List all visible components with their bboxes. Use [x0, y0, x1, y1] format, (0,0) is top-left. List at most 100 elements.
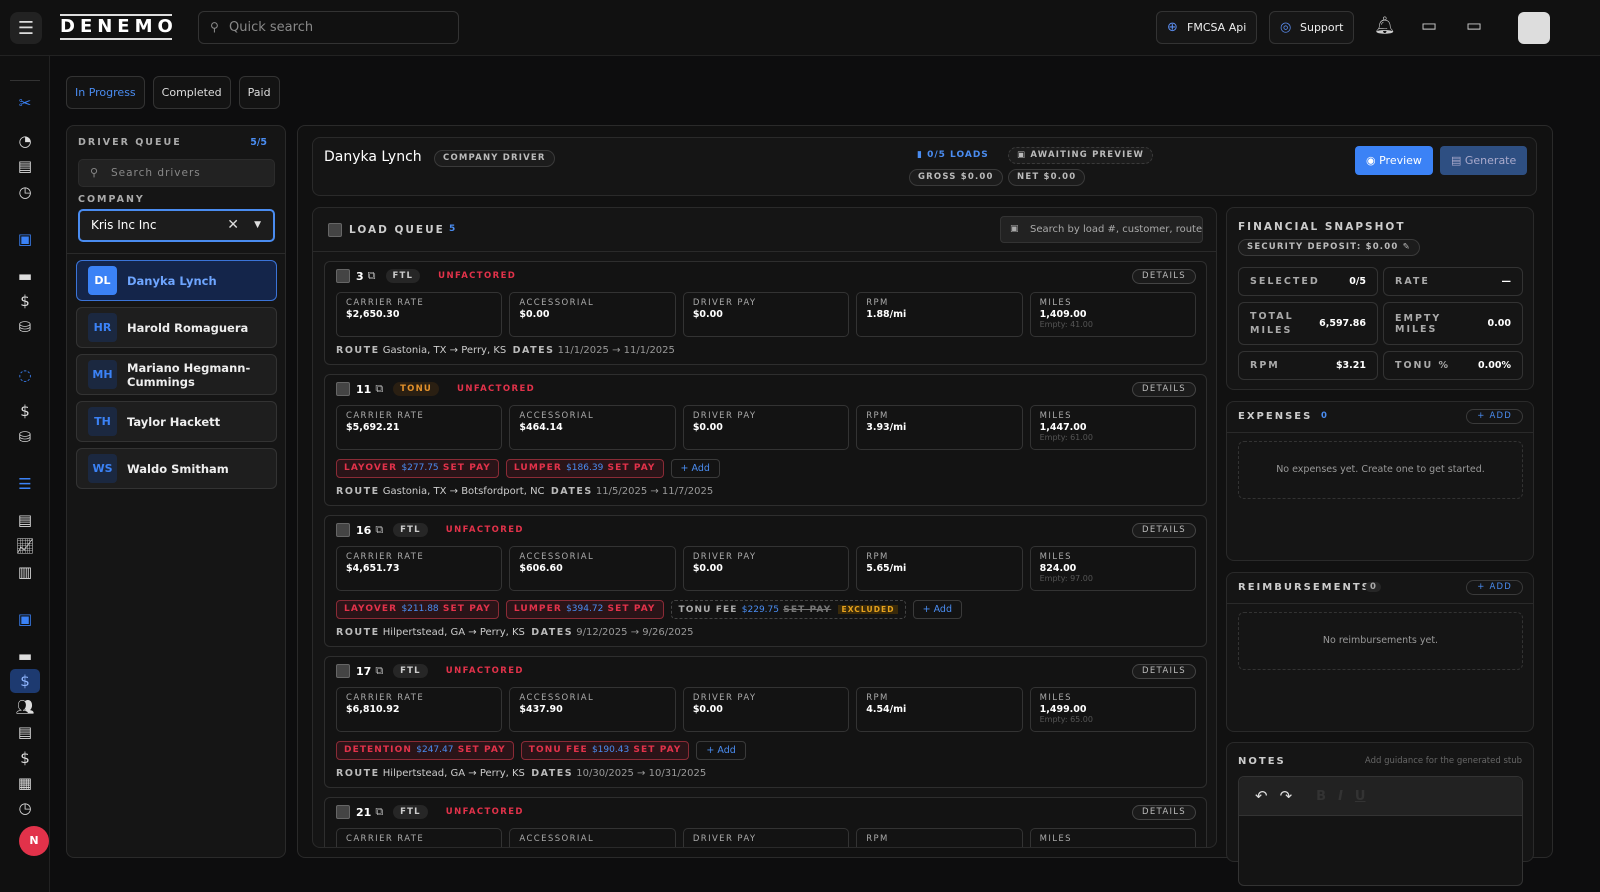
driver-item[interactable]: DL Danyka Lynch	[76, 260, 277, 301]
add-accessorial-button[interactable]: + Add	[912, 600, 962, 619]
preview-button[interactable]: ◉ Preview	[1355, 146, 1433, 175]
external-link-icon[interactable]: ⧉	[375, 523, 383, 537]
set-pay-link[interactable]: SET PAY	[458, 745, 506, 755]
reimbursements-empty-state: No reimbursements yet.	[1238, 612, 1523, 670]
bell-icon[interactable]: 🔔︎	[1374, 16, 1396, 36]
receipt-icon[interactable]: ▤	[10, 154, 40, 178]
set-pay-link[interactable]: SET PAY	[608, 463, 656, 473]
card-icon[interactable]: ▬	[10, 264, 40, 288]
security-deposit-badge[interactable]: SECURITY DEPOSIT: $0.00 ✎	[1238, 239, 1420, 256]
support-button[interactable]: ◎ Support	[1269, 11, 1355, 44]
tools-icon[interactable]: ✂	[10, 91, 40, 115]
chart-icon[interactable]: 📈︎	[10, 534, 40, 558]
clock-icon[interactable]: ◷	[10, 796, 40, 820]
accessorial-chip[interactable]: TONU FEE $229.75 SET PAY EXCLUDED	[670, 600, 906, 619]
menu-icon[interactable]: ☰	[10, 12, 42, 44]
load-search-input[interactable]: ▣ Search by load #, customer, route	[1000, 216, 1203, 243]
chevron-down-icon[interactable]: ▼	[254, 211, 261, 240]
italic-icon[interactable]: I	[1338, 789, 1343, 804]
bold-icon[interactable]: B	[1316, 789, 1326, 804]
details-button[interactable]: DETAILS	[1131, 269, 1196, 284]
details-button[interactable]: DETAILS	[1131, 805, 1196, 820]
details-button[interactable]: DETAILS	[1131, 523, 1196, 538]
external-link-icon[interactable]: ⧉	[375, 382, 383, 396]
tab-in-progress[interactable]: In Progress	[66, 76, 145, 109]
report-icon[interactable]: ▥	[10, 560, 40, 584]
undo-icon[interactable]: ↶	[1255, 787, 1268, 805]
notes-editor[interactable]: ↶ ↷ B I U	[1238, 776, 1523, 886]
company-select[interactable]: Kris Inc Inc ✕ ▼	[78, 209, 275, 242]
notification-avatar[interactable]: N	[19, 826, 49, 856]
set-pay-link[interactable]: SET PAY	[443, 463, 491, 473]
driver-item[interactable]: WS Waldo Smitham	[76, 448, 277, 489]
invoice-icon[interactable]: $	[10, 746, 40, 770]
set-pay-link[interactable]: SET PAY	[783, 605, 831, 615]
chat-icon[interactable]: ▭	[1421, 16, 1437, 36]
accessorial-chip[interactable]: LUMPER $186.39 SET PAY	[505, 459, 664, 478]
edit-icon[interactable]: ✎	[1403, 242, 1411, 252]
driver-search-input[interactable]: ⚲ Search drivers	[78, 159, 275, 187]
set-pay-link[interactable]: SET PAY	[608, 604, 656, 614]
external-link-icon[interactable]: ⧉	[375, 664, 383, 678]
clear-icon[interactable]: ✕	[227, 211, 239, 240]
card-icon[interactable]: ▬	[10, 644, 40, 668]
settlement-icon[interactable]: $	[10, 669, 40, 693]
sync-icon[interactable]: ◌	[10, 363, 40, 387]
redo-icon[interactable]: ↷	[1280, 787, 1293, 805]
set-pay-link[interactable]: SET PAY	[443, 604, 491, 614]
external-link-icon[interactable]: ⧉	[368, 269, 376, 283]
underline-icon[interactable]: U	[1355, 789, 1366, 804]
brand-logo[interactable]: DENEMO	[60, 14, 173, 40]
driver-item[interactable]: TH Taylor Hackett	[76, 401, 277, 442]
accessorial-chip[interactable]: DETENTION $247.47 SET PAY	[336, 741, 514, 760]
accessorial-chip[interactable]: LAYOVER $211.88 SET PAY	[336, 600, 499, 619]
external-link-icon[interactable]: ⧉	[375, 805, 383, 819]
search-icon: ⚲	[210, 20, 219, 34]
details-button[interactable]: DETAILS	[1131, 664, 1196, 679]
tab-paid[interactable]: Paid	[238, 76, 280, 109]
list-icon[interactable]: ☰	[10, 472, 40, 496]
awaiting-preview-badge: ▣ AWAITING PREVIEW	[1008, 147, 1154, 164]
metric-value: 1.88/mi	[866, 309, 907, 320]
set-pay-link[interactable]: SET PAY	[633, 745, 681, 755]
database-icon[interactable]: ⛁	[10, 315, 40, 339]
users-icon[interactable]: 👥︎	[10, 695, 40, 719]
cash-icon[interactable]: ▣	[10, 607, 40, 631]
load-checkbox[interactable]	[336, 269, 350, 283]
load-queue-title: LOAD QUEUE	[349, 224, 445, 236]
fmcsa-api-button[interactable]: ⊕ FMCSA Api	[1156, 11, 1258, 44]
accessorial-chip[interactable]: TONU FEE $190.43 SET PAY	[520, 741, 690, 760]
load-checkbox[interactable]	[336, 382, 350, 396]
clock-icon[interactable]: ◷	[10, 180, 40, 204]
tab-completed[interactable]: Completed	[152, 76, 231, 109]
invoice-icon[interactable]: $	[10, 289, 40, 313]
metric-label: MILES	[1039, 552, 1072, 562]
driver-item[interactable]: HR Harold Romaguera	[76, 307, 277, 348]
accessorial-chip[interactable]: LUMPER $394.72 SET PAY	[505, 600, 664, 619]
quick-search-input[interactable]: ⚲ Quick search	[198, 11, 459, 44]
add-accessorial-button[interactable]: + Add	[670, 459, 720, 478]
generate-button[interactable]: ▤ Generate	[1440, 146, 1528, 175]
load-card: 21 ⧉ FTL UNFACTORED DETAILS CARRIER RATE…	[324, 797, 1207, 847]
add-accessorial-button[interactable]: + Add	[696, 741, 746, 760]
details-button[interactable]: DETAILS	[1131, 382, 1196, 397]
fuel-icon[interactable]: ▣	[10, 227, 40, 251]
monitor-icon[interactable]: ▭	[1466, 16, 1482, 36]
database-icon[interactable]: ⛁	[10, 425, 40, 449]
user-avatar[interactable]	[1518, 12, 1550, 44]
load-checkbox[interactable]	[336, 523, 350, 537]
dates-label: DATES	[512, 345, 555, 356]
add-expense-button[interactable]: + ADD	[1466, 409, 1523, 424]
driver-item[interactable]: MH Mariano Hegmann-Cummings	[76, 354, 277, 395]
add-reimbursement-button[interactable]: + ADD	[1466, 580, 1523, 595]
invoice-icon[interactable]: $	[10, 399, 40, 423]
building-icon[interactable]: ▦	[10, 771, 40, 795]
load-checkbox[interactable]	[336, 805, 350, 819]
dashboard-icon[interactable]: ◔	[10, 129, 40, 153]
table-icon[interactable]: ▤	[10, 508, 40, 532]
driver-initials-avatar: WS	[88, 454, 117, 483]
receipt-icon[interactable]: ▤	[10, 720, 40, 744]
accessorial-chip[interactable]: LAYOVER $277.75 SET PAY	[336, 459, 499, 478]
load-checkbox[interactable]	[336, 664, 350, 678]
select-all-checkbox[interactable]	[328, 223, 342, 237]
